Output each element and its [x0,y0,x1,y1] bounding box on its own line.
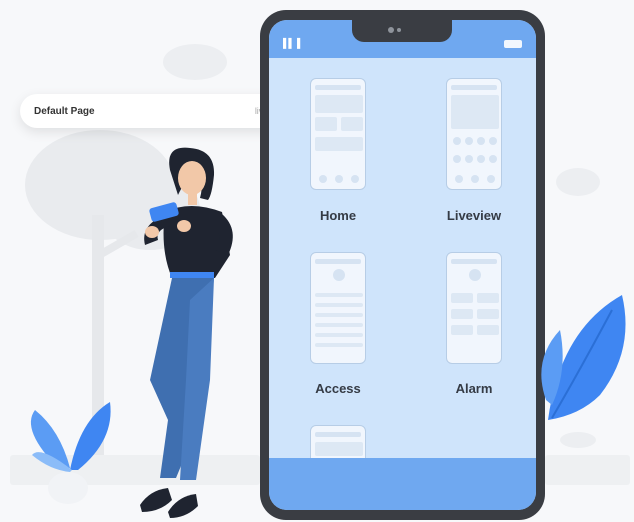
onboarding-scene: Default Page live › [0,0,634,522]
leaf-icon [541,295,626,448]
